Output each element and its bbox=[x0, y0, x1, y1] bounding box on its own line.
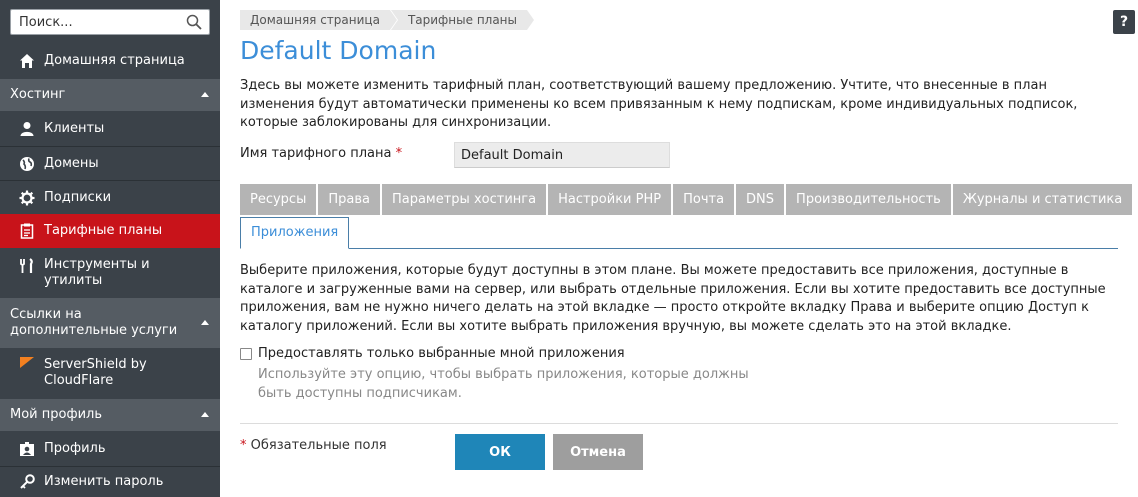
search-box bbox=[10, 9, 210, 35]
help-button[interactable]: ? bbox=[1113, 10, 1135, 34]
sidebar-item-label: Профиль bbox=[44, 441, 106, 456]
section-title: Мой профиль bbox=[10, 407, 102, 422]
sidebar-item-servershield[interactable]: ServerShield by CloudFlare bbox=[0, 349, 220, 397]
sidebar-item-domains[interactable]: Домены bbox=[0, 147, 220, 180]
intro-text: Здесь вы можете изменить тарифный план, … bbox=[240, 78, 1078, 130]
tab-php-settings[interactable]: Настройки PHP bbox=[548, 184, 672, 215]
selected-apps-label: Предоставлять только выбранные мной прил… bbox=[258, 346, 625, 361]
tab-logs-statistics[interactable]: Журналы и статистика bbox=[952, 184, 1133, 215]
sidebar-item-service-plans[interactable]: Тарифные планы bbox=[0, 214, 220, 248]
applications-description: Выберите приложения, которые будут досту… bbox=[240, 263, 1106, 334]
home-icon bbox=[18, 52, 36, 70]
main-content: Домашняя страница Тарифные планы Default… bbox=[240, 0, 1133, 497]
gear-icon bbox=[18, 189, 36, 207]
sidebar-item-label: Тарифные планы bbox=[44, 223, 163, 238]
tab-performance[interactable]: Производительность bbox=[786, 184, 951, 215]
plan-name-input[interactable] bbox=[454, 142, 670, 168]
required-asterisk: * bbox=[395, 146, 403, 161]
collapse-caret-icon bbox=[201, 320, 209, 325]
tab-hosting-parameters[interactable]: Параметры хостинга bbox=[381, 184, 547, 215]
key-icon bbox=[18, 473, 36, 491]
collapse-caret-icon bbox=[201, 412, 209, 417]
page-title: Default Domain bbox=[240, 36, 437, 65]
sidebar-item-label: Инструменты и утилиты bbox=[44, 257, 150, 288]
selected-apps-option[interactable]: Предоставлять только выбранные мной прил… bbox=[240, 346, 625, 361]
required-fields-text: Обязательные поля bbox=[250, 438, 387, 453]
cancel-button[interactable]: Отмена bbox=[553, 434, 643, 470]
breadcrumb-item-home[interactable]: Домашняя страница bbox=[240, 10, 397, 30]
ok-button[interactable]: ОК bbox=[455, 434, 545, 470]
globe-icon bbox=[18, 155, 36, 173]
sidebar-item-label: Подписки bbox=[44, 189, 112, 205]
sidebar-item-change-password[interactable]: Изменить пароль bbox=[0, 467, 220, 497]
divider bbox=[240, 423, 1118, 424]
plan-name-label: Имя тарифного плана * bbox=[240, 146, 402, 161]
sidebar-item-tools[interactable]: Инструменты и утилиты bbox=[0, 249, 220, 297]
tab-resources[interactable]: Ресурсы bbox=[240, 184, 317, 215]
sidebar-item-label: Домены bbox=[44, 155, 99, 171]
user-icon bbox=[18, 120, 36, 138]
selected-apps-hint: Используйте эту опцию, чтобы выбрать при… bbox=[258, 367, 749, 401]
plans-icon bbox=[18, 222, 36, 240]
search-input[interactable] bbox=[11, 10, 171, 34]
section-additional-services[interactable]: Ссылки на дополнительные услуги bbox=[0, 298, 220, 348]
sidebar-item-label: ServerShield by CloudFlare bbox=[44, 357, 147, 388]
sidebar-item-label: Изменить пароль bbox=[44, 474, 164, 489]
sidebar: Домашняя страница Хостинг Клиенты Домены… bbox=[0, 0, 220, 497]
selected-apps-checkbox[interactable] bbox=[240, 347, 252, 360]
sidebar-item-subscriptions[interactable]: Подписки bbox=[0, 181, 220, 214]
plan-name-label-text: Имя тарифного плана bbox=[240, 146, 392, 161]
tab-applications[interactable]: Приложения bbox=[240, 217, 350, 249]
tab-underline bbox=[240, 248, 1118, 249]
tab-permissions[interactable]: Права bbox=[318, 184, 380, 215]
section-title: Ссылки на дополнительные услуги bbox=[10, 307, 178, 338]
sidebar-item-home[interactable]: Домашняя страница bbox=[0, 44, 220, 78]
section-my-profile[interactable]: Мой профиль bbox=[0, 399, 220, 431]
sidebar-item-label: Клиенты bbox=[44, 121, 105, 136]
profile-icon bbox=[18, 440, 36, 458]
collapse-caret-icon bbox=[201, 92, 209, 97]
breadcrumb-item-service-plans[interactable]: Тарифные планы bbox=[390, 10, 535, 30]
tools-icon bbox=[18, 257, 36, 275]
breadcrumb: Домашняя страница Тарифные планы bbox=[240, 10, 535, 30]
tab-mail[interactable]: Почта bbox=[673, 184, 735, 215]
section-title: Хостинг bbox=[10, 87, 66, 102]
sidebar-item-label: Домашняя страница bbox=[44, 53, 185, 68]
section-hosting[interactable]: Хостинг bbox=[0, 79, 220, 111]
tab-dns[interactable]: DNS bbox=[736, 184, 785, 215]
tab-bar: Ресурсы Права Параметры хостинга Настрой… bbox=[240, 184, 1134, 215]
sidebar-item-clients[interactable]: Клиенты bbox=[0, 112, 220, 146]
required-asterisk: * bbox=[240, 438, 247, 453]
sidebar-item-profile[interactable]: Профиль bbox=[0, 432, 220, 466]
required-fields-note: * Обязательные поля bbox=[240, 438, 387, 453]
cloudflare-flag-icon bbox=[18, 355, 36, 373]
search-icon[interactable] bbox=[186, 14, 202, 30]
